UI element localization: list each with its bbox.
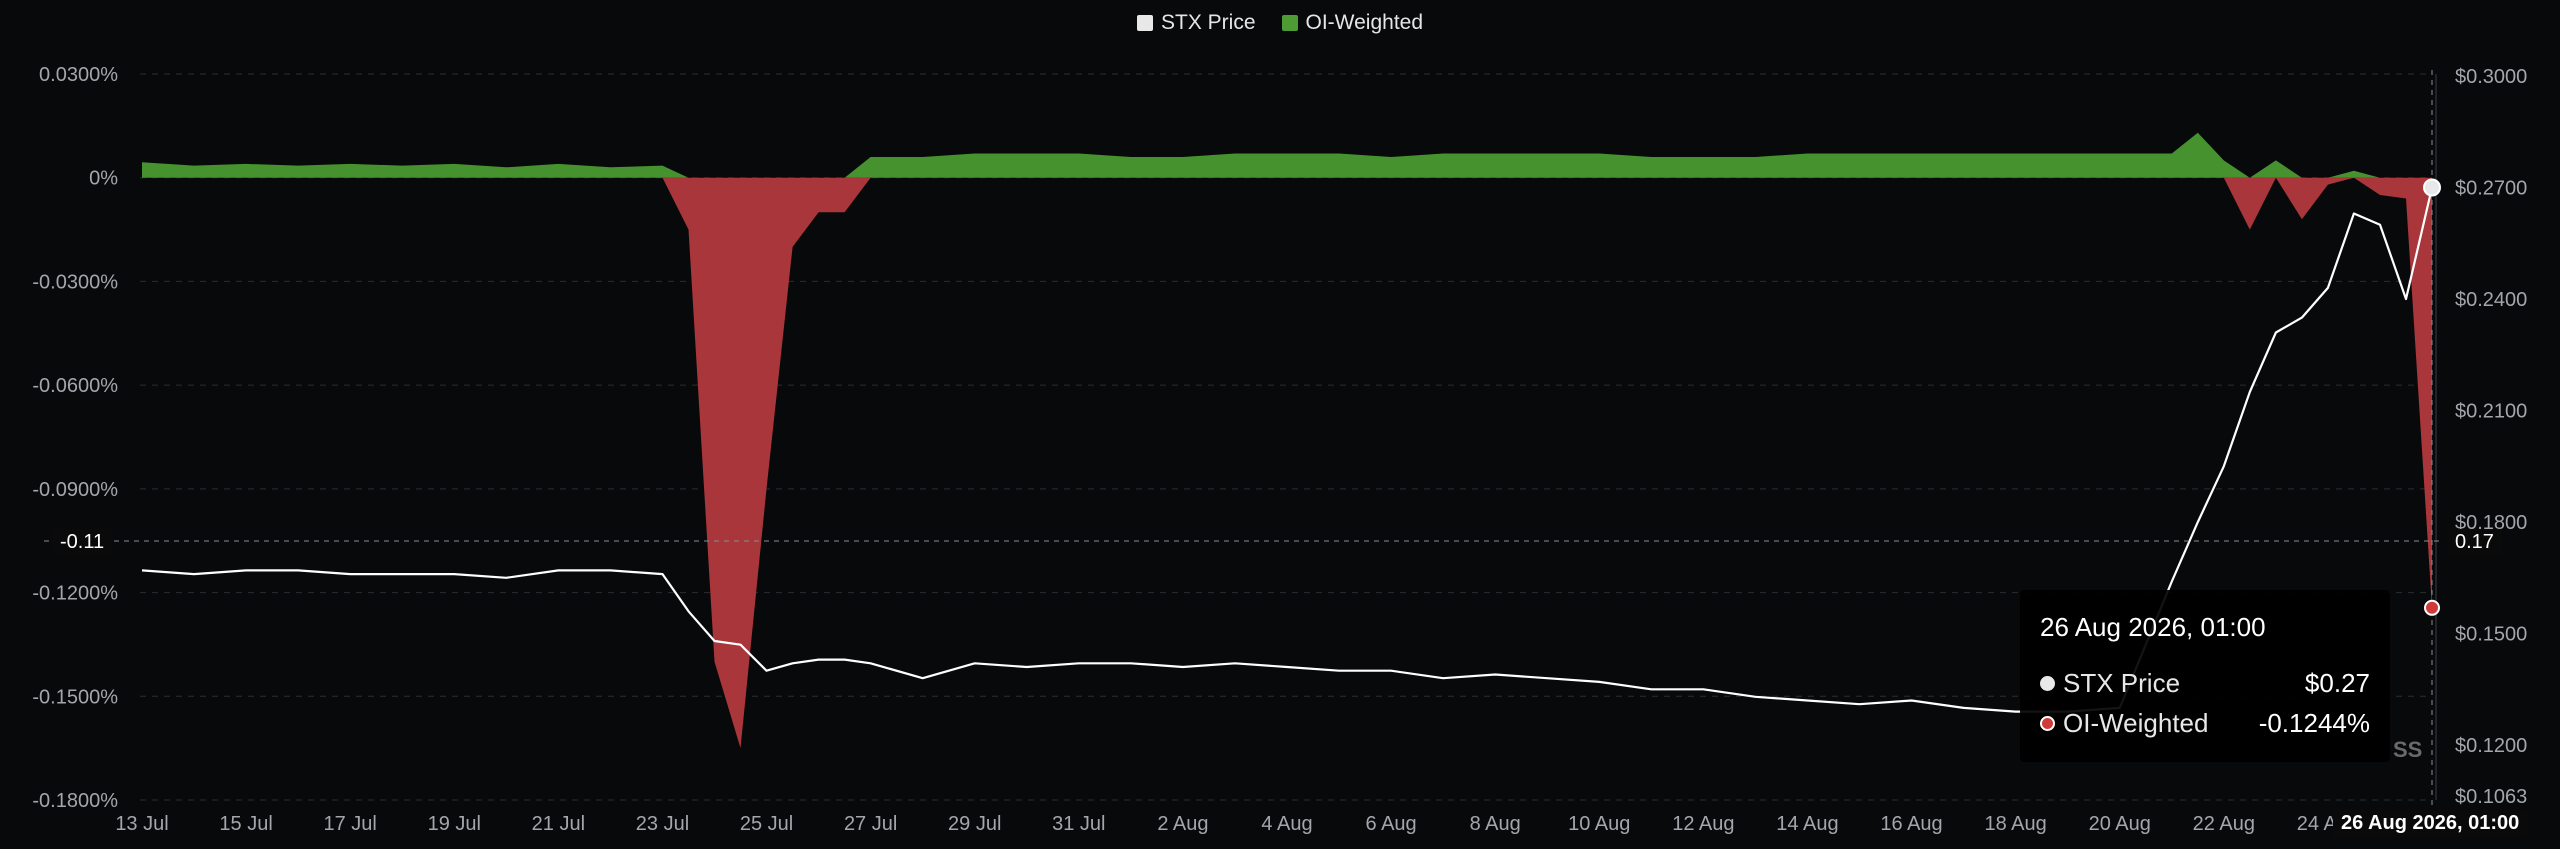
y-left-tick-label: 0%: [89, 168, 118, 190]
x-tick-label: 12 Aug: [1672, 813, 1734, 835]
y-left-tick-label: -0.0600%: [32, 375, 118, 397]
tooltip-dot-oi-weighted: [2040, 716, 2055, 731]
tooltip-dot-stx-price: [2040, 676, 2055, 691]
x-tick-label: 15 Jul: [219, 813, 272, 835]
chart-legend: STX Price OI-Weighted: [0, 11, 2560, 35]
y-right-tick-label: $0.1063: [2455, 786, 2527, 808]
legend-label-oi-weighted: OI-Weighted: [1305, 11, 1424, 34]
y-left-tick-label: -0.0300%: [32, 271, 118, 293]
x-tick-label: 27 Jul: [844, 813, 897, 835]
legend-item-oi-weighted[interactable]: OI-Weighted: [1281, 11, 1424, 35]
tooltip-label-oi-weighted: OI-Weighted: [2063, 708, 2209, 738]
watermark-logo: SS: [2393, 737, 2423, 762]
tooltip-title: 26 Aug 2026, 01:00: [2040, 612, 2266, 642]
oi-weighted-positive-area: [142, 132, 2432, 178]
y-right-tick-label: $0.2100: [2455, 401, 2527, 423]
crosshair-left-label: -0.11: [52, 529, 113, 556]
x-tick-label: 29 Jul: [948, 813, 1001, 835]
tooltip-row-stx-price: STX Price $0.27: [2040, 668, 2370, 699]
x-tick-label: 20 Aug: [2089, 813, 2151, 835]
legend-label-stx-price: STX Price: [1160, 11, 1256, 34]
x-tick-label: 31 Jul: [1052, 813, 1105, 835]
y-left-tick-label: -0.1800%: [32, 790, 118, 812]
y-left-tick-label: -0.1200%: [32, 583, 118, 605]
x-tick-label: 10 Aug: [1568, 813, 1630, 835]
y-right-tick-label: $0.3000: [2455, 66, 2527, 88]
x-tick-label: 16 Aug: [1880, 813, 1942, 835]
x-tick-label: 14 Aug: [1776, 813, 1838, 835]
x-tick-label: 8 Aug: [1470, 813, 1521, 835]
y-right-tick-label: $0.1200: [2455, 735, 2527, 757]
x-tick-label: 13 Jul: [115, 813, 168, 835]
y-right-tick-label: $0.2400: [2455, 289, 2527, 311]
x-tick-label: 4 Aug: [1261, 813, 1312, 835]
x-tick-label: 18 Aug: [1984, 813, 2046, 835]
y-right-tick-label: $0.1500: [2455, 624, 2527, 646]
tooltip-row-oi-weighted: OI-Weighted -0.1244%: [2040, 708, 2370, 739]
tooltip-label-stx-price: STX Price: [2063, 668, 2181, 698]
legend-item-stx-price[interactable]: STX Price: [1136, 11, 1256, 35]
stx-price-end-marker: [2423, 178, 2441, 197]
x-tick-label: 22 Aug: [2193, 813, 2255, 835]
legend-swatch-oi-weighted: [1281, 15, 1298, 31]
tooltip-value-oi-weighted: -0.1244%: [2258, 708, 2370, 738]
y-left-tick-label: 0.0300%: [39, 64, 118, 86]
y-left-tick-label: -0.1500%: [32, 686, 118, 708]
chart-tooltip: 26 Aug 2026, 01:00 STX Price $0.27 OI-We…: [2020, 590, 2390, 762]
legend-swatch-stx-price: [1136, 15, 1153, 31]
x-tick-label: 2 Aug: [1157, 813, 1208, 835]
x-tick-label: 6 Aug: [1366, 813, 1417, 835]
x-tick-label: 25 Jul: [740, 813, 793, 835]
x-tick-label: 23 Jul: [636, 813, 689, 835]
oi-weighted-end-marker: [2424, 599, 2440, 616]
tooltip-value-stx-price: $0.27: [2304, 668, 2370, 698]
crosshair-x-label: 26 Aug 2026, 01:00: [2333, 810, 2528, 837]
y-right-tick-label: $0.2700: [2455, 178, 2527, 200]
crosshair-right-label: 0.17: [2447, 529, 2502, 556]
x-tick-label: 17 Jul: [323, 813, 376, 835]
x-tick-label: 19 Jul: [428, 813, 481, 835]
y-left-tick-label: -0.0900%: [32, 479, 118, 501]
x-tick-label: 21 Jul: [532, 813, 585, 835]
